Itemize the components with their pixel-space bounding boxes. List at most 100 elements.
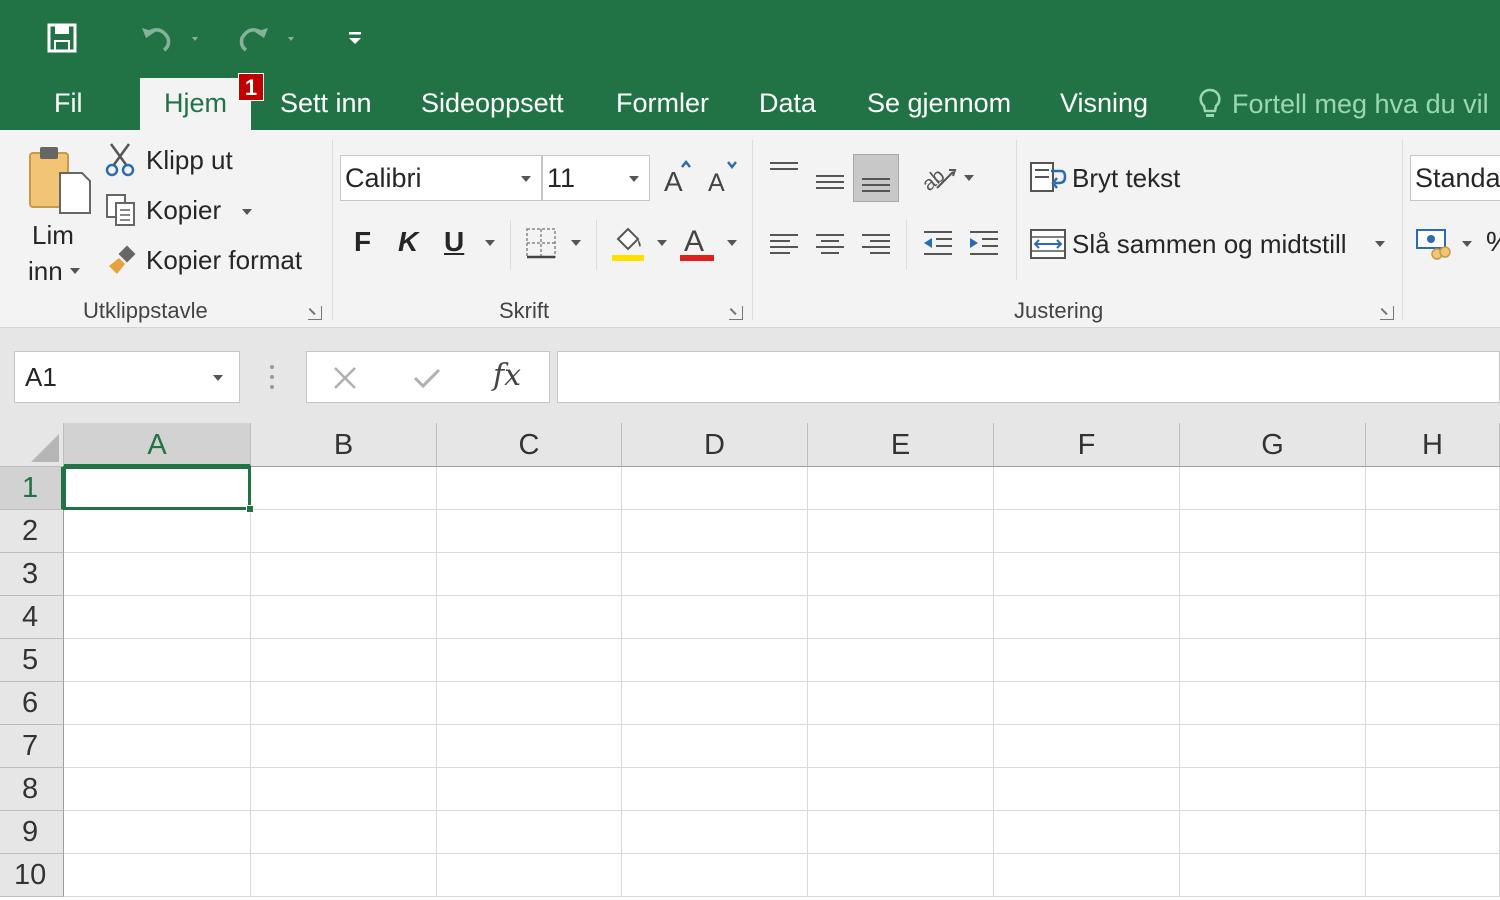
cell[interactable] xyxy=(251,510,437,553)
cell[interactable] xyxy=(994,596,1180,639)
row-header-9[interactable]: 9 xyxy=(0,811,64,854)
cell[interactable] xyxy=(64,811,251,854)
cell[interactable] xyxy=(622,553,808,596)
tab-data[interactable]: Data xyxy=(759,78,816,130)
cell[interactable] xyxy=(994,768,1180,811)
enter-icon[interactable] xyxy=(411,364,443,392)
tab-formler[interactable]: Formler xyxy=(616,78,709,130)
paste-icon[interactable] xyxy=(24,140,94,220)
column-header-g[interactable]: G xyxy=(1180,423,1366,467)
cell[interactable] xyxy=(994,510,1180,553)
merge-center-dropdown-icon[interactable] xyxy=(1375,241,1385,247)
row-header-8[interactable]: 8 xyxy=(0,768,64,811)
cell[interactable] xyxy=(1366,553,1500,596)
cell[interactable] xyxy=(251,467,437,510)
font-color-icon[interactable]: A xyxy=(678,222,716,264)
column-header-e[interactable]: E xyxy=(808,423,994,467)
cell[interactable] xyxy=(622,510,808,553)
row-header-4[interactable]: 4 xyxy=(0,596,64,639)
shrink-font-icon[interactable]: A xyxy=(706,158,738,196)
redo-icon[interactable] xyxy=(232,18,302,58)
row-header-6[interactable]: 6 xyxy=(0,682,64,725)
cell[interactable] xyxy=(437,510,622,553)
font-name-dropdown-icon[interactable] xyxy=(521,176,531,182)
number-format-combo[interactable]: Standa xyxy=(1410,155,1500,201)
cell[interactable] xyxy=(622,768,808,811)
cell[interactable] xyxy=(437,467,622,510)
cell[interactable] xyxy=(437,639,622,682)
drag-handle-icon[interactable] xyxy=(270,364,274,390)
underline-button[interactable]: U xyxy=(444,226,464,258)
font-size-combo[interactable]: 11 xyxy=(542,155,650,201)
align-bottom-icon[interactable] xyxy=(853,154,899,202)
cell[interactable] xyxy=(622,811,808,854)
cell[interactable] xyxy=(64,854,251,897)
cell[interactable] xyxy=(251,854,437,897)
tell-me-search[interactable]: Fortell meg hva du vil xyxy=(1198,78,1489,130)
column-header-b[interactable]: B xyxy=(251,423,437,467)
wrap-text-button[interactable]: Bryt tekst xyxy=(1072,163,1180,194)
cell[interactable] xyxy=(808,510,994,553)
accounting-dropdown-icon[interactable] xyxy=(1462,241,1472,247)
tab-sett-inn[interactable]: Sett inn xyxy=(280,78,372,130)
column-header-d[interactable]: D xyxy=(622,423,808,467)
cell[interactable] xyxy=(1366,510,1500,553)
font-color-dropdown-icon[interactable] xyxy=(727,240,737,246)
column-header-f[interactable]: F xyxy=(994,423,1180,467)
cell[interactable] xyxy=(808,596,994,639)
cell[interactable] xyxy=(251,639,437,682)
cancel-icon[interactable] xyxy=(331,364,359,392)
cell[interactable] xyxy=(994,639,1180,682)
cell[interactable] xyxy=(64,682,251,725)
percent-button[interactable]: % xyxy=(1486,226,1500,258)
insert-function-icon[interactable]: fx xyxy=(493,358,521,393)
cell[interactable] xyxy=(1180,768,1366,811)
cell[interactable] xyxy=(1180,811,1366,854)
save-icon[interactable] xyxy=(42,18,82,58)
cell[interactable] xyxy=(1180,596,1366,639)
cell[interactable] xyxy=(251,553,437,596)
tab-hjem[interactable]: Hjem xyxy=(140,78,252,130)
row-header-1[interactable]: 1 xyxy=(0,467,64,510)
cell[interactable] xyxy=(251,768,437,811)
align-middle-icon[interactable] xyxy=(810,156,850,202)
cell[interactable] xyxy=(808,553,994,596)
row-header-3[interactable]: 3 xyxy=(0,553,64,596)
cell[interactable] xyxy=(808,768,994,811)
italic-button[interactable]: K xyxy=(398,226,418,258)
cell[interactable] xyxy=(64,639,251,682)
cell[interactable] xyxy=(808,725,994,768)
row-header-7[interactable]: 7 xyxy=(0,725,64,768)
cell[interactable] xyxy=(64,553,251,596)
orientation-icon[interactable]: ab xyxy=(918,156,958,196)
paste-dropdown-icon[interactable] xyxy=(70,268,80,274)
cell[interactable] xyxy=(437,768,622,811)
cell[interactable] xyxy=(437,811,622,854)
grow-font-icon[interactable]: A xyxy=(662,158,692,196)
borders-icon[interactable] xyxy=(524,226,558,260)
cell[interactable] xyxy=(1180,639,1366,682)
cell[interactable] xyxy=(64,768,251,811)
alignment-launcher-icon[interactable] xyxy=(1380,306,1394,320)
cell[interactable] xyxy=(1366,725,1500,768)
cell[interactable] xyxy=(622,639,808,682)
cell[interactable] xyxy=(251,682,437,725)
cell[interactable] xyxy=(994,811,1180,854)
cell[interactable] xyxy=(1366,467,1500,510)
cell[interactable] xyxy=(437,682,622,725)
cell[interactable] xyxy=(251,725,437,768)
name-box-dropdown-icon[interactable] xyxy=(213,375,223,381)
cell[interactable] xyxy=(1180,510,1366,553)
paste-label-2[interactable]: inn xyxy=(28,256,63,287)
copy-button[interactable]: Kopier xyxy=(146,195,221,226)
cell[interactable] xyxy=(622,467,808,510)
fill-color-icon[interactable] xyxy=(610,222,646,264)
underline-dropdown-icon[interactable] xyxy=(485,240,495,246)
cell[interactable] xyxy=(251,596,437,639)
cell[interactable] xyxy=(1180,553,1366,596)
cell[interactable] xyxy=(1180,725,1366,768)
font-launcher-icon[interactable] xyxy=(729,306,743,320)
cell[interactable] xyxy=(808,682,994,725)
bold-button[interactable]: F xyxy=(354,226,371,258)
clipboard-launcher-icon[interactable] xyxy=(308,306,322,320)
